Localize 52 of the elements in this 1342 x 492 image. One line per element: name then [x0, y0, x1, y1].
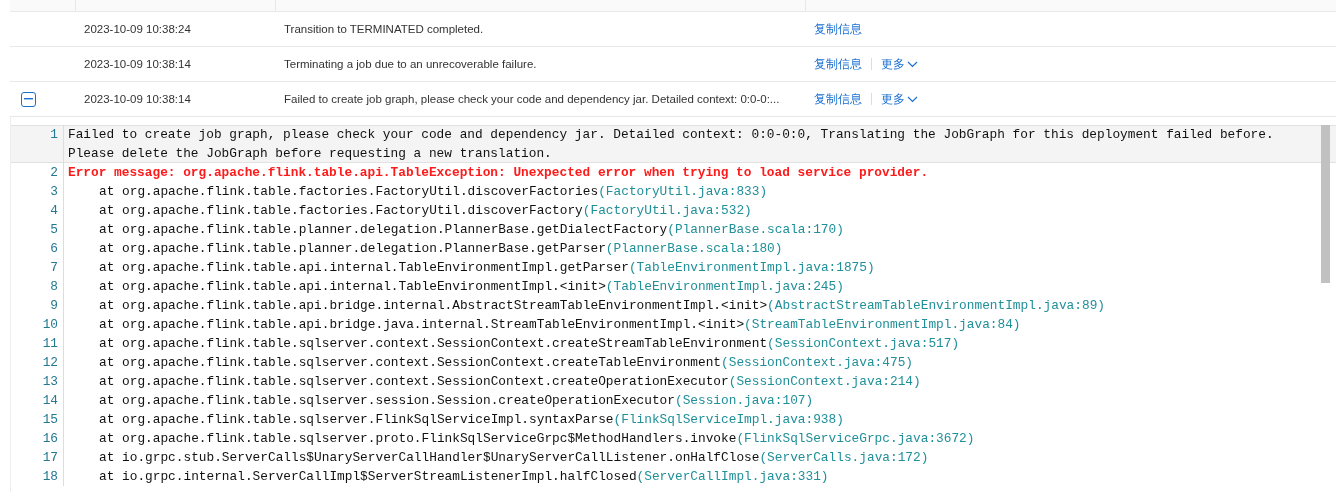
- line-number: 4: [49, 202, 58, 220]
- more-dropdown[interactable]: 更多: [881, 56, 918, 72]
- code-line: at org.apache.flink.table.sqlserver.FlinkSqlServiceImpl.syntaxParse(FlinkSqlServiceImpl.java:938): [63, 410, 1297, 429]
- code-line: at org.apache.flink.table.sqlserver.context.SessionContext.createOperationExecutor(SessionContext.java:214): [63, 372, 1297, 391]
- code-line: at org.apache.flink.table.api.bridge.internal.AbstractStreamTableEnvironmentImpl.<init>(AbstractStreamTableEnvironmentImpl.java:89): [63, 296, 1297, 315]
- timestamp: 2023-10-09 10:38:24: [84, 23, 191, 35]
- log-message: Failed to create job graph, please check your code and dependency jar. Detailed context: 0:0-0:...: [284, 93, 780, 105]
- code-line: at org.apache.flink.table.sqlserver.session.Session.createOperationExecutor(Session.java:107): [63, 391, 1297, 410]
- line-number: 1: [49, 126, 58, 144]
- line-number: 16: [41, 430, 58, 448]
- code-line: at org.apache.flink.table.factories.FactoryUtil.discoverFactory(FactoryUtil.java:532): [63, 201, 1297, 220]
- collapse-button[interactable]: [21, 91, 36, 107]
- line-number: 11: [41, 335, 58, 353]
- code-line: at org.apache.flink.table.api.internal.TableEnvironmentImpl.getParser(TableEnvironmentImpl.java:1875): [63, 258, 1297, 277]
- code-line: at org.apache.flink.table.sqlserver.context.SessionContext.createTableEnvironment(SessionContext.java:475): [63, 353, 1297, 372]
- line-number: 12: [41, 354, 58, 372]
- copy-info-link[interactable]: 复制信息: [814, 56, 862, 72]
- log-message: Terminating a job due to an unrecoverable failure.: [284, 58, 537, 70]
- chevron-down-icon: [907, 60, 918, 68]
- line-number: 18: [41, 468, 58, 486]
- code-line: at org.apache.flink.table.sqlserver.context.SessionContext.createStreamTableEnvironment(SessionContext.java:517): [63, 334, 1297, 353]
- line-number: 6: [49, 240, 58, 258]
- line-number: 9: [49, 297, 58, 315]
- timestamp: 2023-10-09 10:38:14: [84, 58, 191, 70]
- code-line: at org.apache.flink.table.api.internal.TableEnvironmentImpl.<init>(TableEnvironmentImpl.java:245): [63, 277, 1297, 296]
- code-line: at org.apache.flink.table.planner.delegation.PlannerBase.getParser(PlannerBase.scala:180): [63, 239, 1297, 258]
- code-line: at io.grpc.internal.ServerCallImpl$ServerStreamListenerImpl.halfClosed(ServerCallImpl.java:331): [63, 467, 1297, 486]
- more-dropdown[interactable]: 更多: [881, 91, 918, 107]
- scrollbar-thumb[interactable]: [1321, 125, 1330, 283]
- copy-info-link[interactable]: 复制信息: [814, 21, 862, 37]
- line-number: 2: [49, 164, 58, 182]
- code-line: at io.grpc.stub.ServerCalls$UnaryServerCallHandler$UnaryServerCallListener.onHalfClose(ServerCalls.java:172): [63, 448, 1297, 467]
- code-line: Error message: org.apache.flink.table.api.TableException: Unexpected error when trying to load service provider.: [63, 163, 1297, 182]
- code-line: Failed to create job graph, please check your code and dependency jar. Detailed context: 0:0-0:0, Translating the JobGraph for this deployment failed before. Please delete the JobGraph before requesting a new translation.: [63, 125, 1297, 163]
- copy-info-link[interactable]: 复制信息: [814, 91, 862, 107]
- line-number: 13: [41, 373, 58, 391]
- line-number: 3: [49, 183, 58, 201]
- code-line: at org.apache.flink.table.api.bridge.java.internal.StreamTableEnvironmentImpl.<init>(StreamTableEnvironmentImpl.java:84): [63, 315, 1297, 334]
- line-number: 5: [49, 221, 58, 239]
- line-number: 10: [41, 316, 58, 334]
- line-number: 7: [49, 259, 58, 277]
- minus-icon: [24, 98, 33, 100]
- line-number: 8: [49, 278, 58, 296]
- line-number: 17: [41, 449, 58, 467]
- code-line: at org.apache.flink.table.factories.FactoryUtil.discoverFactories(FactoryUtil.java:833): [63, 182, 1297, 201]
- code-line: at org.apache.flink.table.sqlserver.proto.FlinkSqlServiceGrpc$MethodHandlers.invoke(FlinkSqlServiceGrpc.java:3672): [63, 429, 1297, 448]
- line-number: 15: [41, 411, 58, 429]
- log-message: Transition to TERMINATED completed.: [284, 23, 484, 35]
- chevron-down-icon: [907, 95, 918, 103]
- code-line: at org.apache.flink.table.planner.delegation.PlannerBase.getDialectFactory(PlannerBase.scala:170): [63, 220, 1297, 239]
- line-number: 14: [41, 392, 58, 410]
- timestamp: 2023-10-09 10:38:14: [84, 93, 191, 105]
